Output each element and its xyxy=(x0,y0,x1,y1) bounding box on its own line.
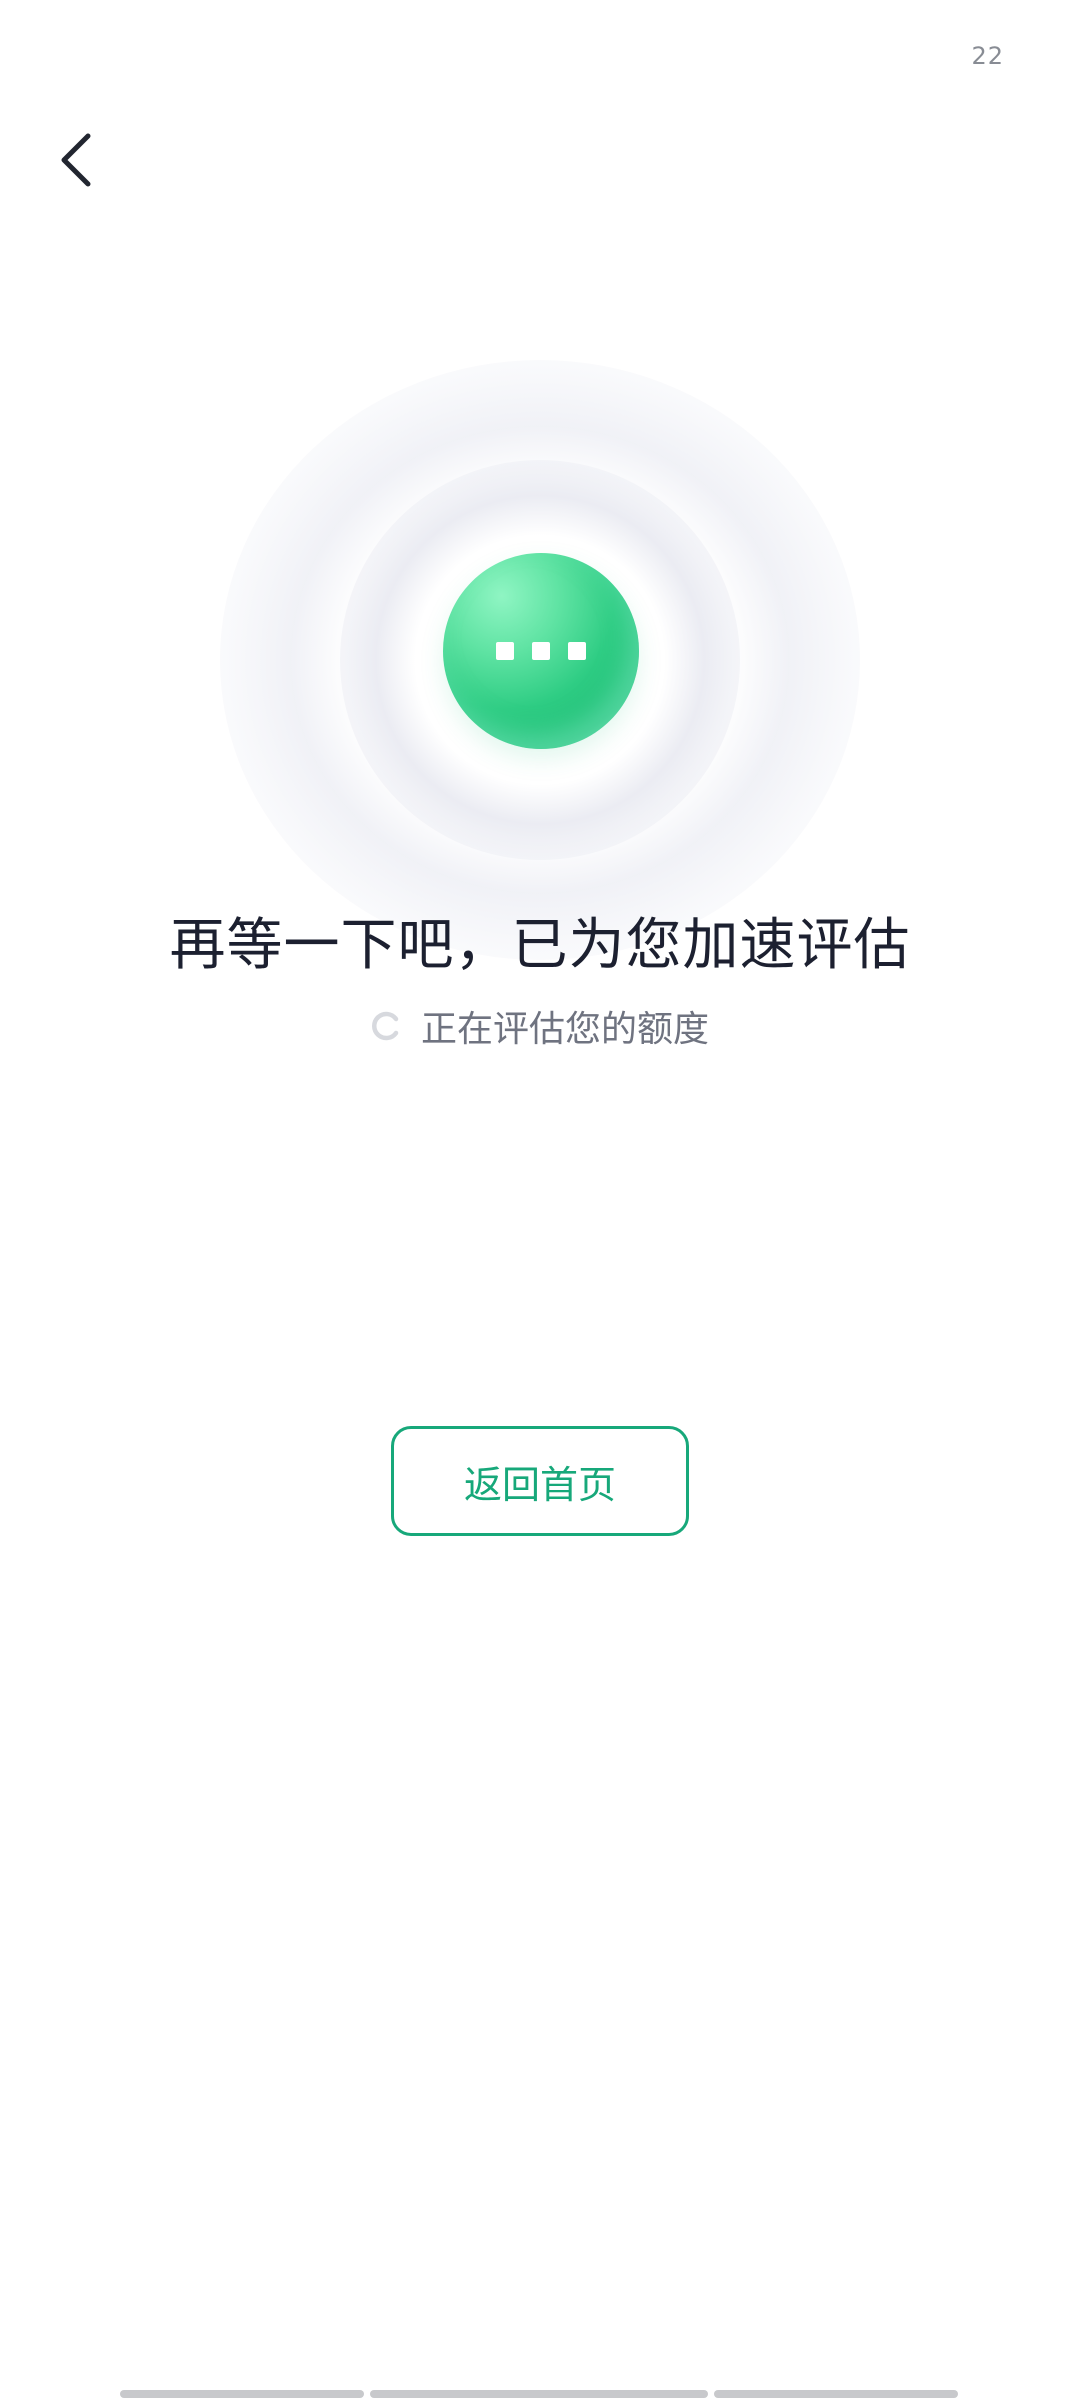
status-illustration xyxy=(180,360,900,960)
progress-segment xyxy=(120,2390,364,2398)
status-text: 正在评估您的额度 xyxy=(420,1009,709,1050)
status-row: 正在评估您的额度 xyxy=(0,1000,1080,1052)
progress-segment xyxy=(714,2390,958,2398)
return-home-button[interactable]: 返回首页 xyxy=(391,1426,689,1536)
status-time: 22 xyxy=(971,42,1004,70)
more-dots-icon xyxy=(496,642,586,660)
dot xyxy=(568,642,586,660)
bottom-progress-indicator xyxy=(120,2390,962,2398)
screen: 22 再等一下吧，已为您加速评估 正在评估您的额度 返回首页 xyxy=(0,0,1080,2400)
dot xyxy=(496,642,514,660)
loading-spinner-icon xyxy=(371,1011,401,1041)
back-button[interactable] xyxy=(40,120,112,200)
progress-segment xyxy=(370,2390,708,2398)
page-title: 再等一下吧，已为您加速评估 xyxy=(169,913,911,978)
chevron-left-icon xyxy=(56,130,96,190)
dot xyxy=(532,642,550,660)
status-orb xyxy=(443,553,639,749)
